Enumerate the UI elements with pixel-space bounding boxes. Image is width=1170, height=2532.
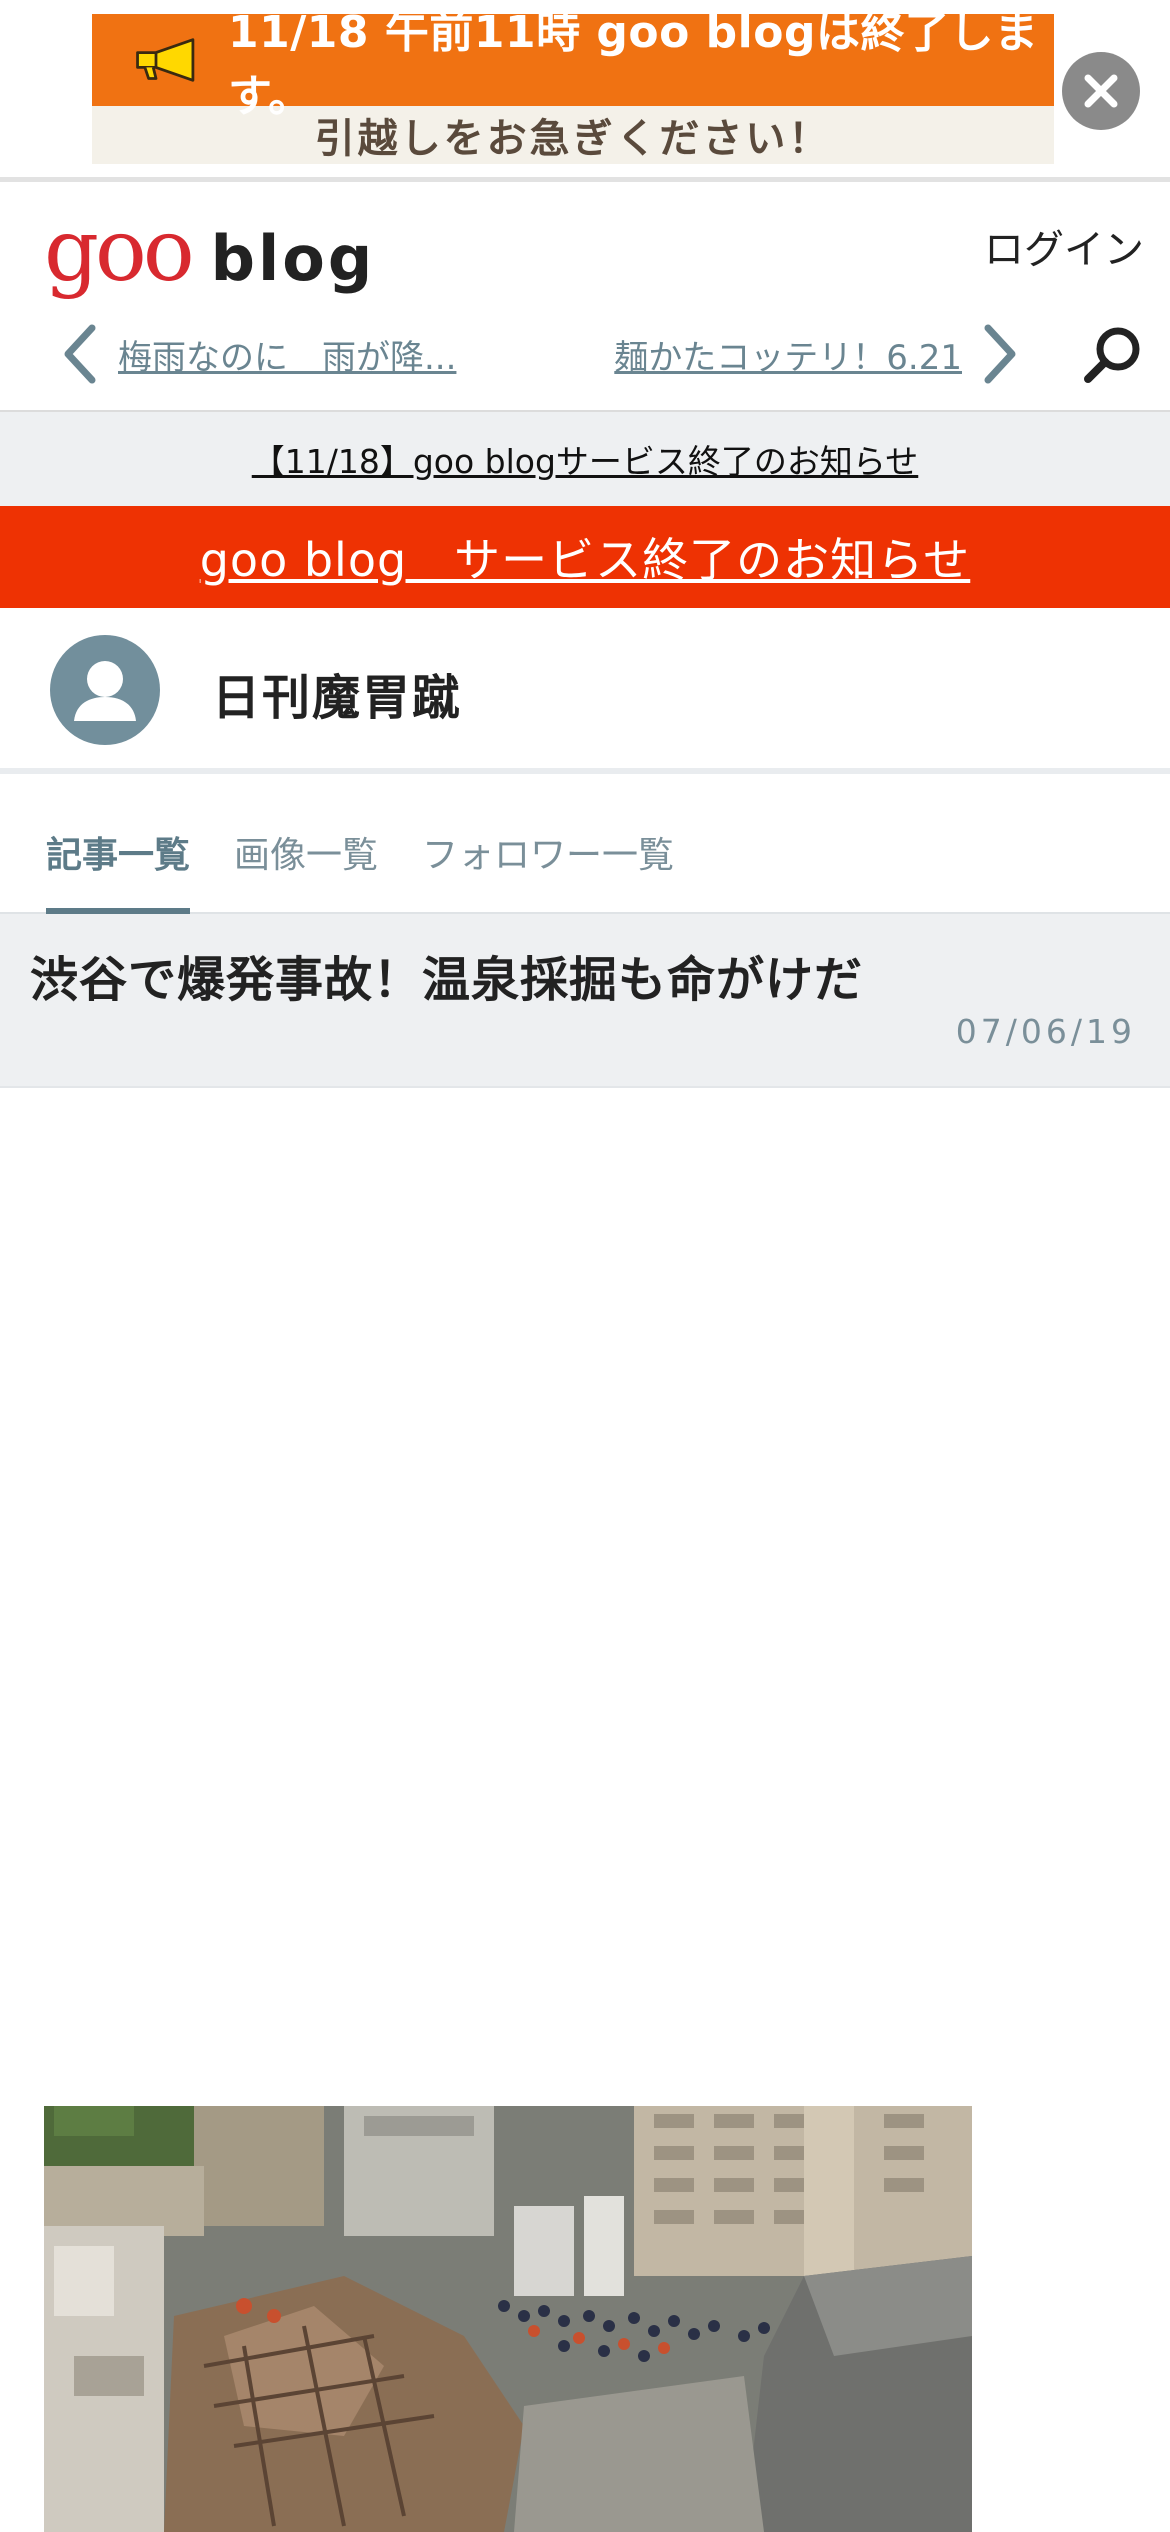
- article-title: 渋谷で爆発事故！温泉採掘も命がけだ: [30, 952, 864, 1008]
- service-end-notice-bar: 【11/18】goo blogサービス終了のお知らせ: [0, 412, 1170, 506]
- ad-banner-top: 11/18 午前11時 goo blogは終了します。: [92, 7, 1054, 122]
- prev-article-title[interactable]: 梅雨なのに 雨が降...: [118, 330, 456, 379]
- blog-tabs: 記事一覧 画像一覧 フォロワー一覧: [0, 790, 1170, 914]
- tab-followers[interactable]: フォロワー一覧: [422, 826, 674, 914]
- goo-blog-logo[interactable]: goo blog: [44, 203, 375, 299]
- article-date: 07/06/19: [955, 1012, 1136, 1051]
- blog-title[interactable]: 日刊魔胃蹴: [212, 658, 462, 728]
- avatar[interactable]: [50, 635, 160, 745]
- service-end-notice-link[interactable]: 【11/18】goo blogサービス終了のお知らせ: [252, 435, 919, 483]
- logo-goo-text: goo: [44, 201, 195, 301]
- article-header: 渋谷で爆発事故！温泉採掘も命がけだ 07/06/19: [0, 914, 1170, 1088]
- site-header: goo blog ログイン 梅雨なのに 雨が降... 麺かたコッテリ！6.21: [0, 187, 1170, 412]
- search-button[interactable]: [1074, 317, 1150, 393]
- logo-blog-text: blog: [210, 222, 376, 295]
- tab-articles[interactable]: 記事一覧: [46, 826, 191, 914]
- chevron-right-icon: [984, 324, 1016, 384]
- search-icon: [1084, 327, 1140, 383]
- close-icon: [1084, 74, 1118, 108]
- megaphone-icon: [136, 38, 195, 82]
- ad-subline: 引越しをお急ぎください！: [314, 116, 832, 162]
- user-avatar-icon: [74, 661, 136, 721]
- ad-close-button[interactable]: [1062, 52, 1140, 130]
- tab-images[interactable]: 画像一覧: [234, 826, 378, 914]
- prev-article-link[interactable]: 梅雨なのに 雨が降...: [60, 323, 456, 385]
- blog-profile: 日刊魔胃蹴: [0, 608, 1170, 774]
- next-article-link[interactable]: 麺かたコッテリ！6.21: [614, 323, 1020, 385]
- article-photo-image: [44, 2106, 972, 2532]
- login-link[interactable]: ログイン: [984, 217, 1144, 275]
- next-article-title[interactable]: 麺かたコッテリ！6.21: [614, 330, 962, 379]
- article-photo[interactable]: [44, 2106, 972, 2532]
- ad-banner[interactable]: 11/18 午前11時 goo blogは終了します。 引越しをお急ぎください！: [92, 7, 1054, 164]
- service-end-banner-link[interactable]: goo blog サービス終了のお知らせ: [200, 524, 971, 590]
- article-nav: 梅雨なのに 雨が降... 麺かたコッテリ！6.21: [0, 315, 1170, 395]
- ad-area: 11/18 午前11時 goo blogは終了します。 引越しをお急ぎください！: [0, 0, 1170, 182]
- chevron-left-icon: [64, 324, 96, 384]
- service-end-banner: goo blog サービス終了のお知らせ: [0, 506, 1170, 608]
